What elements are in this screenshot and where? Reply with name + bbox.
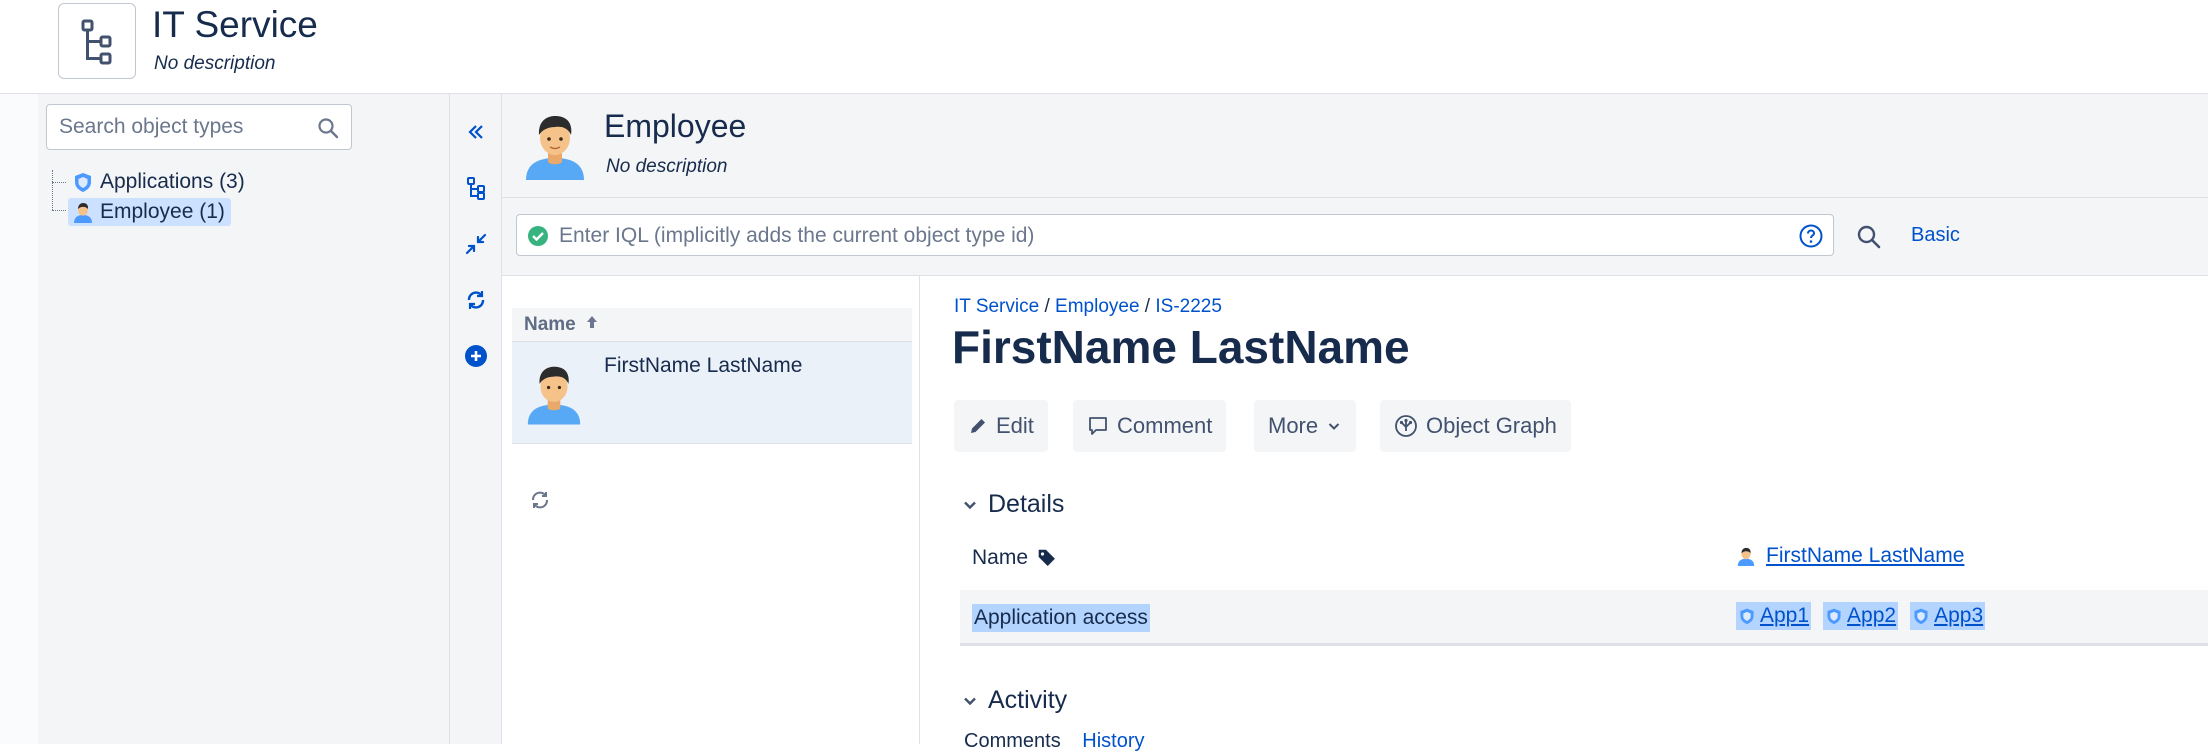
search-icon[interactable] <box>317 117 339 139</box>
attribute-row: Name FirstName LastName <box>960 532 2208 586</box>
object-type-search-input[interactable] <box>59 111 309 143</box>
iql-field[interactable] <box>516 214 1834 256</box>
tab-history[interactable]: History <box>1082 730 1144 752</box>
tree-item-label: Applications (3) <box>100 170 245 193</box>
comment-button[interactable]: Comment <box>1073 400 1227 452</box>
object-type-title: Employee <box>604 108 747 144</box>
breadcrumb-separator: / <box>1039 296 1056 317</box>
attribute-label: Name <box>972 546 1058 570</box>
details-section-title: Details <box>988 490 1065 518</box>
left-gutter <box>0 94 38 744</box>
object-type-description: No description <box>606 156 728 177</box>
object-graph-label: Object Graph <box>1426 413 1557 438</box>
tab-comments[interactable]: Comments <box>964 730 1061 752</box>
object-type-header: Employee No description <box>502 94 2208 198</box>
app-shield-icon <box>1914 608 1928 625</box>
valid-check-icon <box>528 226 548 246</box>
breadcrumb-schema[interactable]: IT Service <box>954 296 1039 317</box>
refresh-icon[interactable] <box>462 286 490 314</box>
help-icon[interactable] <box>1799 224 1823 248</box>
tree-connector <box>52 210 66 211</box>
activity-tabs: Comments History <box>964 730 1145 753</box>
breadcrumb-separator: / <box>1139 296 1156 317</box>
attribute-row: Application access App1 App2 App3 <box>960 590 2208 646</box>
comment-label: Comment <box>1117 413 1213 438</box>
basic-mode-link[interactable]: Basic <box>1911 224 1960 247</box>
object-type-toolbar <box>450 94 502 744</box>
attribute-name: Name <box>972 546 1029 569</box>
edit-label: Edit <box>996 413 1034 438</box>
iql-input[interactable] <box>559 221 1759 251</box>
comment-icon <box>1089 417 1107 435</box>
tree-item-employee[interactable]: Employee (1) <box>68 198 231 226</box>
tree-connector <box>52 182 66 183</box>
chevron-down-icon <box>1328 423 1340 430</box>
sync-icon[interactable] <box>528 488 552 512</box>
object-reference-link[interactable]: FirstName LastName <box>1736 544 1964 568</box>
schema-header: IT Service No description <box>0 0 2208 94</box>
object-detail: IT Service / Employee / IS-2225 FirstNam… <box>920 276 2208 752</box>
edit-button[interactable]: Edit <box>954 400 1048 452</box>
app-shield-icon <box>75 173 91 192</box>
pencil-icon <box>971 419 985 433</box>
person-avatar-icon <box>526 116 584 180</box>
object-title: FirstName LastName <box>952 321 1410 373</box>
app-shield-icon <box>1827 608 1841 625</box>
reference-label: FirstName LastName <box>1766 544 1965 567</box>
search-icon[interactable] <box>1856 224 1882 250</box>
object-list: Name FirstName LastName <box>502 276 920 744</box>
details-section-toggle[interactable]: Details <box>962 490 1064 519</box>
collapse-panel-icon[interactable] <box>462 118 490 146</box>
more-button[interactable]: More <box>1254 400 1357 452</box>
object-graph-button[interactable]: Object Graph <box>1380 400 1571 452</box>
tree-item-applications[interactable]: Applications (3) <box>68 168 251 196</box>
breadcrumb-object-key[interactable]: IS-2225 <box>1155 296 1222 317</box>
person-avatar-icon <box>527 366 581 425</box>
app-reference-link[interactable]: App1 <box>1736 602 1812 630</box>
column-header-label: Name <box>524 314 576 335</box>
list-item-name: FirstName LastName <box>604 354 803 377</box>
iql-search-bar: Basic <box>502 198 2208 276</box>
breadcrumb: IT Service / Employee / IS-2225 <box>954 296 1222 318</box>
activity-section-toggle[interactable]: Activity <box>962 686 1067 715</box>
tree-item-label: Employee (1) <box>100 200 225 223</box>
reference-label: App1 <box>1760 604 1810 627</box>
schema-icon <box>58 3 136 79</box>
schema-title: IT Service <box>152 4 318 45</box>
person-icon <box>1737 547 1755 566</box>
sort-ascending-icon <box>587 316 598 328</box>
object-type-tree-icon[interactable] <box>462 174 490 202</box>
object-type-search[interactable] <box>46 104 352 150</box>
minimize-icon[interactable] <box>462 230 490 258</box>
attribute-name: Application access <box>972 604 1150 632</box>
app-reference-link[interactable]: App3 <box>1910 602 1986 630</box>
reference-label: App2 <box>1847 604 1897 627</box>
app-reference-link[interactable]: App2 <box>1823 602 1899 630</box>
attribute-label: Application access <box>972 604 1150 632</box>
attribute-value: FirstName LastName <box>1736 544 1964 568</box>
attribute-value: App1 App2 App3 <box>1736 602 1997 630</box>
reference-label: App3 <box>1934 604 1984 627</box>
name-column-header[interactable]: Name <box>512 308 912 342</box>
schema-description: No description <box>154 53 276 74</box>
person-icon <box>74 203 92 223</box>
tree-connector <box>52 170 53 210</box>
list-item[interactable]: FirstName LastName <box>512 342 912 444</box>
chevron-down-icon <box>964 501 976 509</box>
app-shield-icon <box>1740 608 1754 625</box>
chevron-down-icon <box>964 697 976 705</box>
more-label: More <box>1268 413 1319 438</box>
label-tag-icon <box>1038 549 1055 566</box>
breadcrumb-object-type[interactable]: Employee <box>1055 296 1140 317</box>
activity-section-title: Activity <box>988 686 1068 714</box>
object-type-tree-panel: Applications (3) Employee (1) <box>38 94 450 744</box>
graph-icon <box>1395 415 1417 437</box>
add-icon[interactable] <box>462 342 490 370</box>
